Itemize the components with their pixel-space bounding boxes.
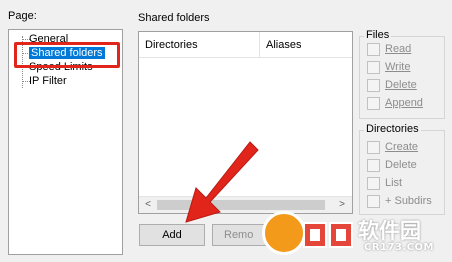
checkbox-box[interactable]: [367, 159, 380, 172]
tree-item-ip-filter[interactable]: IP Filter: [29, 74, 67, 88]
watermark-logo-icon: [262, 211, 306, 255]
list-checkbox[interactable]: List: [367, 177, 402, 191]
files-group-title: Files: [364, 29, 392, 41]
create-checkbox[interactable]: Create: [367, 141, 418, 155]
subdirs-checkbox[interactable]: + Subdirs: [367, 195, 432, 209]
column-header-aliases[interactable]: Aliases: [260, 32, 352, 58]
checkbox-box[interactable]: [367, 61, 380, 74]
list-label: List: [385, 177, 403, 189]
scroll-left-icon[interactable]: <: [141, 198, 155, 212]
read-label: Read: [385, 43, 412, 55]
watermark-text: 软件园: [358, 219, 421, 243]
files-group: Files Read Write Delete Append: [359, 29, 445, 119]
tree-item-label: Speed Limits: [29, 61, 93, 73]
create-label: Create: [385, 141, 419, 153]
tree-item-general[interactable]: General: [29, 32, 68, 46]
delete-file-label: Delete: [385, 79, 417, 91]
shared-folders-title: Shared folders: [138, 12, 210, 24]
watermark: 软件园 CR173.COM: [262, 209, 450, 259]
page-label: Page:: [8, 10, 37, 22]
write-label: Write: [385, 61, 411, 73]
tree-item-label: IP Filter: [29, 75, 67, 87]
watermark-domain: CR173.COM: [364, 242, 435, 253]
checkbox-box[interactable]: [367, 195, 380, 208]
checkbox-box[interactable]: [367, 97, 380, 110]
delete-file-checkbox[interactable]: Delete: [367, 79, 417, 93]
write-checkbox[interactable]: Write: [367, 61, 410, 75]
directories-group: Directories Create Delete List + Subdirs: [359, 123, 445, 215]
directories-group-title: Directories: [364, 123, 421, 135]
checkbox-box[interactable]: [367, 141, 380, 154]
column-header-directories[interactable]: Directories: [139, 32, 260, 58]
append-label: Append: [385, 97, 423, 109]
checkbox-box[interactable]: [367, 43, 380, 56]
checkbox-box[interactable]: [367, 177, 380, 190]
read-checkbox[interactable]: Read: [367, 43, 411, 57]
watermark-glyph-icon: [303, 222, 353, 248]
tree-item-shared-folders[interactable]: Shared folders: [29, 46, 105, 60]
delete-dir-checkbox[interactable]: Delete: [367, 159, 417, 173]
checkbox-box[interactable]: [367, 79, 380, 92]
tree-item-label: General: [29, 33, 69, 45]
page-tree[interactable]: General Shared folders Speed Limits IP F…: [8, 29, 123, 255]
append-checkbox[interactable]: Append: [367, 97, 423, 111]
tree-item-speed-limits[interactable]: Speed Limits: [29, 60, 93, 74]
delete-dir-label: Delete: [385, 159, 417, 171]
pointer-arrow-icon: [185, 141, 259, 223]
tree-item-label: Shared folders: [29, 47, 105, 59]
subdirs-label: + Subdirs: [385, 195, 432, 207]
